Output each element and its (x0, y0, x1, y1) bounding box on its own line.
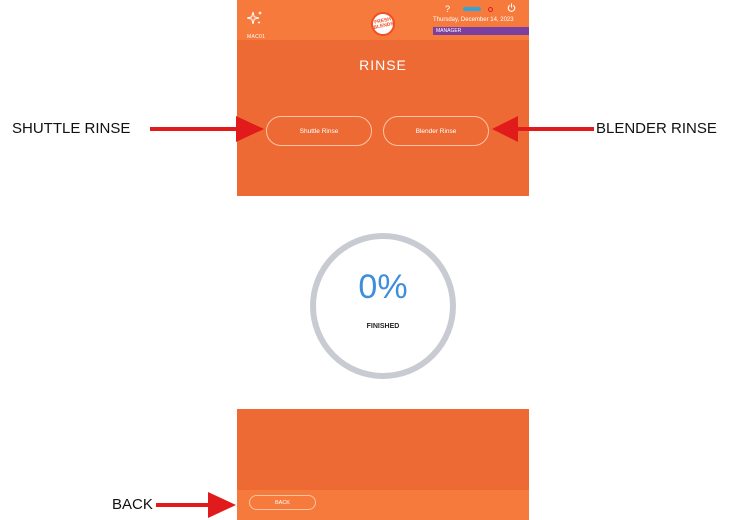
top-bar: MAC01 FRESH BLENDS ? Thursday, December … (237, 0, 529, 40)
shuttle-arrow-icon (150, 116, 264, 142)
blender-rinse-callout: BLENDER RINSE (596, 120, 717, 137)
bottom-bar: BACK (237, 490, 529, 520)
back-callout: BACK (112, 496, 153, 513)
status-dot-icon (488, 7, 493, 12)
connection-bar-icon (463, 7, 481, 11)
role-badge: MANAGER (433, 27, 529, 35)
progress-panel: 0% FINISHED (237, 196, 529, 409)
help-icon[interactable]: ? (445, 4, 450, 14)
machine-id: MAC01 (247, 34, 266, 40)
shuttle-rinse-callout: SHUTTLE RINSE (12, 120, 131, 137)
logo-text: FRESH BLENDS (372, 16, 395, 32)
page-title: RINSE (359, 57, 407, 73)
brand-logo: FRESH BLENDS (371, 12, 395, 36)
back-button[interactable]: BACK (249, 495, 316, 510)
date-display: Thursday, December 14, 2023 (433, 17, 514, 23)
sparkle-icon[interactable] (247, 10, 263, 26)
blender-arrow-icon (492, 116, 594, 142)
device-screen: MAC01 FRESH BLENDS ? Thursday, December … (237, 0, 529, 520)
annotated-screenshot: MAC01 FRESH BLENDS ? Thursday, December … (0, 0, 751, 520)
shuttle-rinse-button[interactable]: Shuttle Rinse (266, 116, 372, 146)
progress-label: FINISHED (366, 323, 400, 330)
back-arrow-icon (156, 492, 236, 518)
power-icon[interactable] (507, 3, 516, 12)
progress-percent: 0% (358, 268, 408, 306)
blender-rinse-button[interactable]: Blender Rinse (383, 116, 489, 146)
